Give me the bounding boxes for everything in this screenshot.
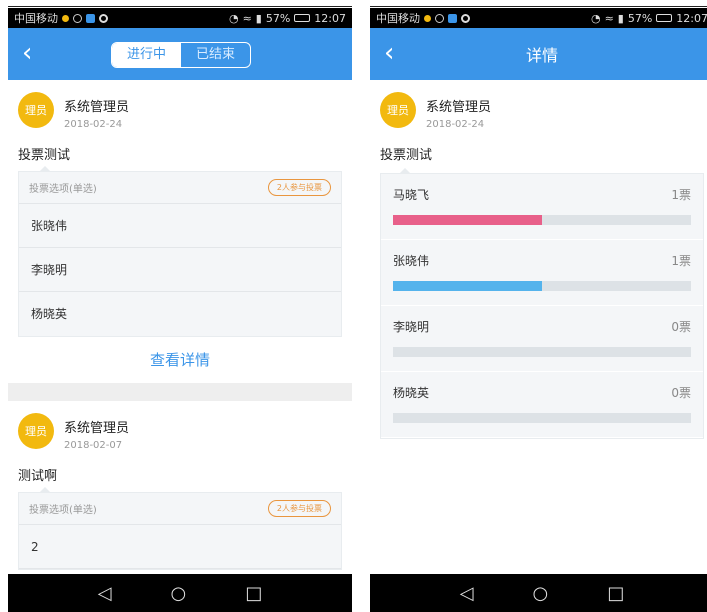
notification-dot-icon <box>62 14 69 22</box>
chevron-left-icon[interactable]: ‹ <box>384 40 412 68</box>
post-date: 2018-02-24 <box>426 119 485 130</box>
alarm-icon: ◔ <box>228 11 239 25</box>
vote-bar <box>393 413 691 423</box>
top-border <box>8 0 352 7</box>
candidate-name: 李晓明 <box>393 320 430 334</box>
vote-bar <box>393 347 691 357</box>
recents-square-icon[interactable]: □ <box>607 583 624 604</box>
candidate-name: 马晓飞 <box>393 188 430 202</box>
signal-icon: ▮ <box>617 11 624 25</box>
view-details-link[interactable]: 查看详情 <box>18 337 342 383</box>
notification-dot-icon <box>424 14 431 22</box>
poll-title: 测试啊 <box>18 469 58 484</box>
home-circle-icon[interactable]: ○ <box>533 583 549 604</box>
options-box: 投票选项(单选) 2人参与投票 2 <box>18 487 342 570</box>
tab-ongoing[interactable]: 进行中 <box>112 43 181 67</box>
system-nav-bar: ◁ ○ □ <box>370 574 707 612</box>
avatar: 理员 <box>380 92 416 128</box>
result-row: 张晓伟 1票 <box>381 240 703 306</box>
options-header: 投票选项(单选) 2人参与投票 <box>19 493 341 525</box>
chevron-left-icon[interactable]: ‹ <box>22 40 50 68</box>
qq-icon <box>461 13 470 23</box>
vote-option[interactable]: 杨晓英 <box>19 292 341 336</box>
wifi-icon: ≈ <box>604 11 614 25</box>
section-divider <box>8 383 352 401</box>
system-nav-bar: ◁ ○ □ <box>8 574 352 612</box>
author-row: 理员 系统管理员 2018-02-24 <box>380 92 704 138</box>
home-circle-icon[interactable]: ○ <box>171 583 187 604</box>
carrier-label: 中国移动 <box>14 12 58 25</box>
phone-left: 中国移动 ◔ ≈ ▮ 57% 12:07 ‹ 进行中 已结束 理员 系统管理员 … <box>8 0 352 612</box>
top-border <box>370 0 707 7</box>
vote-detail: 理员 系统管理员 2018-02-24 投票测试 马晓飞 1票 张晓伟 1票 李晓明 0票… <box>370 80 707 574</box>
vote-bar <box>393 281 691 291</box>
candidate-name: 张晓伟 <box>393 254 430 268</box>
battery-icon <box>656 14 673 22</box>
notification-icon <box>435 13 444 23</box>
vote-option[interactable]: 张晓伟 <box>19 204 341 248</box>
author-row: 理员 系统管理员 2018-02-24 <box>18 92 342 138</box>
back-triangle-icon[interactable]: ◁ <box>460 583 474 604</box>
result-row: 杨晓英 0票 <box>381 372 703 438</box>
app-notification-icon <box>86 13 95 23</box>
alarm-icon: ◔ <box>590 11 601 25</box>
status-bar: 中国移动 ◔ ≈ ▮ 57% 12:07 <box>8 8 352 28</box>
candidate-name: 杨晓英 <box>393 386 430 400</box>
app-notification-icon <box>448 13 457 23</box>
vote-count: 0票 <box>671 320 691 334</box>
author-name: 系统管理员 <box>426 100 492 115</box>
time-label: 12:07 <box>676 11 707 25</box>
options-box: 投票选项(单选) 2人参与投票 张晓伟 李晓明 杨晓英 <box>18 166 342 337</box>
recents-square-icon[interactable]: □ <box>245 583 262 604</box>
avatar: 理员 <box>18 413 54 449</box>
wifi-icon: ≈ <box>242 11 252 25</box>
notification-icon <box>73 13 82 23</box>
result-row: 李晓明 0票 <box>381 306 703 372</box>
poll-title: 投票测试 <box>380 148 433 163</box>
qq-icon <box>99 13 108 23</box>
options-header: 投票选项(单选) 2人参与投票 <box>19 172 341 204</box>
poll-title: 投票测试 <box>18 148 71 163</box>
author-row: 理员 系统管理员 2018-02-07 <box>18 413 342 459</box>
vote-post: 理员 系统管理员 2018-02-24 投票测试 投票选项(单选) 2人参与投票… <box>8 80 352 401</box>
signal-icon: ▮ <box>255 11 262 25</box>
author-name: 系统管理员 <box>64 100 130 115</box>
result-row: 马晓飞 1票 <box>381 174 703 240</box>
vote-post: 理员 系统管理员 2018-02-07 测试啊 投票选项(单选) 2人参与投票 … <box>8 401 352 570</box>
vote-list[interactable]: 理员 系统管理员 2018-02-24 投票测试 投票选项(单选) 2人参与投票… <box>8 80 352 574</box>
battery-label: 57% <box>265 11 291 25</box>
back-triangle-icon[interactable]: ◁ <box>98 583 112 604</box>
vote-option[interactable]: 李晓明 <box>19 248 341 292</box>
vote-count: 1票 <box>671 254 691 268</box>
vote-option[interactable]: 2 <box>19 525 341 569</box>
phone-right: 中国移动 ◔ ≈ ▮ 57% 12:07 ‹ 详情 理员 系统管理员 2018-… <box>370 0 707 612</box>
vote-bar-fill <box>393 281 542 291</box>
options-type-label: 投票选项(单选) <box>29 184 97 195</box>
participants-badge: 2人参与投票 <box>267 500 331 517</box>
tab-switcher: 进行中 已结束 <box>111 42 251 68</box>
results-list: 马晓飞 1票 张晓伟 1票 李晓明 0票 杨晓英 0票 <box>380 168 704 439</box>
battery-icon <box>294 14 311 22</box>
time-label: 12:07 <box>314 11 346 25</box>
tab-ended[interactable]: 已结束 <box>181 43 250 67</box>
avatar: 理员 <box>18 92 54 128</box>
vote-bar <box>393 215 691 225</box>
page-title: 详情 <box>525 46 558 65</box>
vote-count: 1票 <box>671 188 691 202</box>
vote-count: 0票 <box>671 386 691 400</box>
battery-label: 57% <box>627 11 653 25</box>
post-date: 2018-02-07 <box>64 440 123 451</box>
post-date: 2018-02-24 <box>64 119 123 130</box>
carrier-label: 中国移动 <box>376 12 420 25</box>
options-type-label: 投票选项(单选) <box>29 505 97 516</box>
status-bar: 中国移动 ◔ ≈ ▮ 57% 12:07 <box>370 8 707 28</box>
app-bar: ‹ 详情 <box>370 28 707 80</box>
participants-badge: 2人参与投票 <box>267 179 331 196</box>
app-bar: ‹ 进行中 已结束 <box>8 28 352 80</box>
author-name: 系统管理员 <box>64 421 130 436</box>
vote-bar-fill <box>393 215 542 225</box>
